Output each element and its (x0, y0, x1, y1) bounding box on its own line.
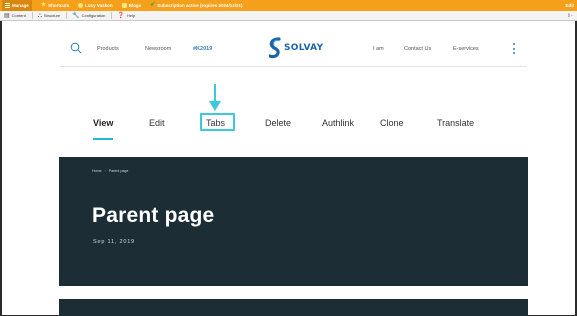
page-date: Sep 11, 2019 (93, 239, 135, 245)
page-title: Parent page (92, 204, 215, 227)
local-tasks: View Edit Tabs Delete Authlink Clone Tra… (0, 0, 577, 160)
active-tab-indicator (93, 138, 113, 140)
breadcrumb-current: Parent page (108, 169, 129, 173)
breadcrumb-home[interactable]: Home (92, 169, 102, 173)
tab-delete[interactable]: Delete (265, 118, 291, 128)
chevron-right-icon: › (104, 169, 106, 173)
tab-view[interactable]: View (93, 118, 113, 128)
tabs-highlight-box (200, 113, 235, 131)
tab-translate[interactable]: Translate (437, 118, 474, 128)
breadcrumb: Home › Parent page (92, 169, 128, 173)
tab-edit[interactable]: Edit (149, 118, 165, 128)
down-arrow-annotation-icon (209, 84, 221, 111)
tab-authlink[interactable]: Authlink (322, 118, 354, 128)
page-hero: Home › Parent page Parent page Sep 11, 2… (59, 157, 528, 286)
content-block (59, 299, 528, 316)
tab-clone[interactable]: Clone (380, 118, 404, 128)
